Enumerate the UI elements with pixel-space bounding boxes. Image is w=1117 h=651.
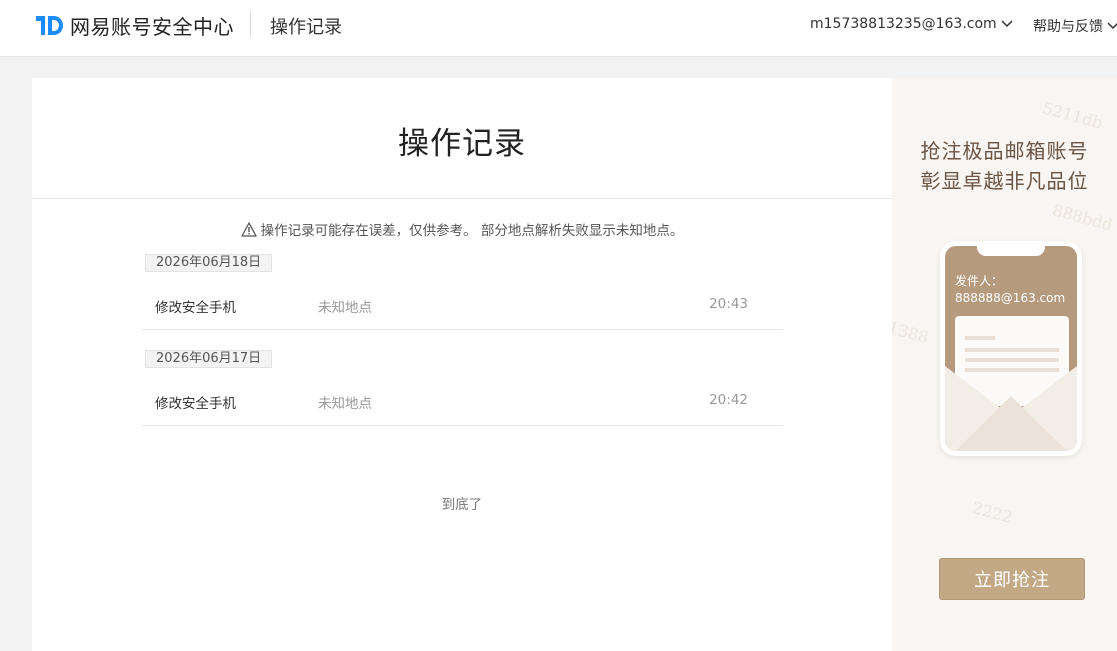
watermark-text: 2222 (970, 498, 1015, 527)
register-now-button[interactable]: 立即抢注 (939, 558, 1085, 600)
date-badge: 2026年06月17日 (145, 350, 273, 368)
page-title: 操作记录 (398, 126, 526, 162)
header-page-name: 操作记录 (270, 17, 342, 38)
help-label: 帮助与反馈 (1033, 19, 1103, 35)
end-of-list: 到底了 (441, 497, 483, 513)
logo-text: 网易账号安全中心 (70, 14, 234, 39)
record-action: 修改安全手机 (155, 396, 236, 412)
account-email: m15738813235@163.com (810, 16, 997, 32)
notice-text: 操作记录可能存在误差，仅供参考。 部分地点解析失败显示未知地点。 (260, 223, 684, 239)
record-location: 未知地点 (318, 396, 372, 412)
watermark-text: 888bdd (1050, 200, 1115, 235)
record-time: 20:42 (709, 392, 748, 408)
notice: 操作记录可能存在误差，仅供参考。 部分地点解析失败显示未知地点。 (32, 219, 892, 239)
netease-logo[interactable]: 网易账号安全中心 (36, 12, 234, 39)
ad-line-1: 抢注极品邮箱账号 (920, 139, 1089, 163)
phone-notch (977, 246, 1045, 256)
record-list: 2026年06月18日 修改安全手机 未知地点 20:43 2026年06月17… (142, 254, 783, 446)
record-action: 修改安全手机 (155, 300, 236, 316)
chevron-down-icon (1107, 18, 1117, 34)
phone-sender-label: 发件人： (955, 274, 1004, 288)
id-logo-icon (36, 13, 66, 37)
phone-sender-email: 888888@163.com (955, 291, 1066, 305)
ad-line-2: 彰显卓越非凡品位 (920, 169, 1089, 193)
top-header: 网易账号安全中心 操作记录 m15738813235@163.com 帮助与反馈 (0, 0, 1117, 57)
envelope-icon (945, 366, 1077, 451)
title-divider (32, 198, 892, 199)
watermark-text: 1388 (892, 318, 931, 347)
record-location: 未知地点 (318, 300, 372, 316)
chevron-down-icon (1001, 16, 1013, 32)
ad-panel[interactable]: 5211db 888bdd 2222 1388 抢注极品邮箱账号 彰显卓越非凡品… (892, 78, 1117, 651)
watermark-text: 5211db (1040, 98, 1105, 133)
record-time: 20:43 (709, 296, 748, 312)
record-group: 2026年06月18日 修改安全手机 未知地点 20:43 (142, 254, 783, 350)
record-row: 修改安全手机 未知地点 20:43 (142, 286, 783, 330)
header-divider (250, 11, 251, 37)
date-badge: 2026年06月18日 (145, 254, 273, 272)
warning-icon (240, 221, 257, 237)
record-row: 修改安全手机 未知地点 20:42 (142, 382, 783, 426)
ad-headline: 抢注极品邮箱账号 彰显卓越非凡品位 (892, 136, 1117, 196)
record-group: 2026年06月17日 修改安全手机 未知地点 20:42 (142, 350, 783, 446)
records-card: 操作记录 操作记录可能存在误差，仅供参考。 部分地点解析失败显示未知地点。 20… (32, 78, 892, 651)
help-feedback-dropdown[interactable]: 帮助与反馈 (1033, 16, 1117, 36)
phone-illustration: 发件人： 888888@163.com (940, 241, 1082, 456)
account-dropdown[interactable]: m15738813235@163.com (810, 16, 1013, 32)
